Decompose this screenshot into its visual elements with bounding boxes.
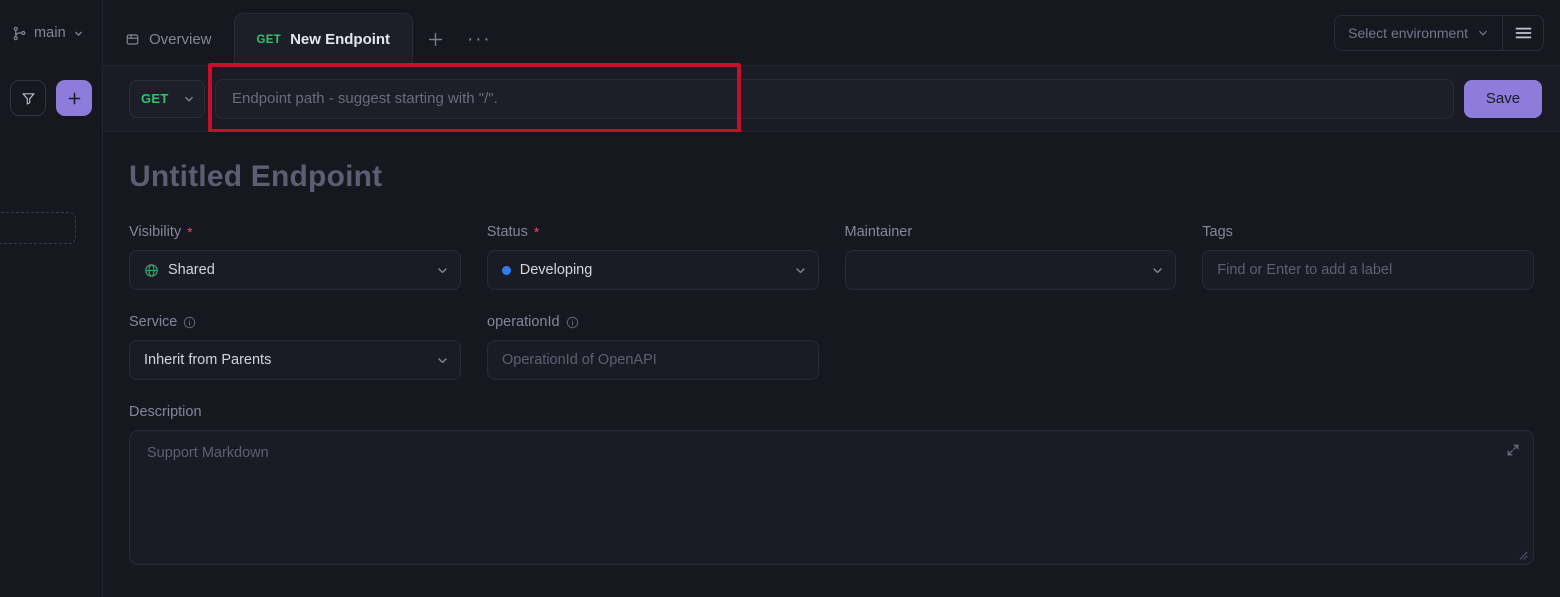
- filter-button[interactable]: [10, 80, 46, 116]
- globe-icon: [144, 263, 159, 278]
- field-service: Service Inherit from Parents: [129, 314, 461, 380]
- tab-method-badge: GET: [256, 33, 282, 46]
- status-label-text: Status: [486, 224, 528, 240]
- service-select[interactable]: Inherit from Parents: [129, 340, 461, 380]
- status-dot-icon: [501, 265, 511, 275]
- chevron-down-icon: [436, 354, 449, 367]
- plus-icon: [67, 91, 82, 106]
- hamburger-menu-icon: [1515, 26, 1532, 40]
- environment-menu-button[interactable]: [1502, 16, 1543, 50]
- tags-placeholder: Find or Enter to add a label: [1217, 262, 1393, 278]
- maintainer-select[interactable]: [844, 250, 1177, 290]
- tab-overflow-button[interactable]: ···: [457, 13, 501, 65]
- filter-icon: [21, 91, 36, 106]
- environment-select[interactable]: Select environment: [1335, 16, 1502, 50]
- add-item-button[interactable]: [56, 80, 92, 116]
- sidebar-toolbar: [0, 76, 103, 120]
- operation-id-label: operationId: [487, 314, 819, 330]
- field-status: Status * Developing: [486, 224, 819, 290]
- expand-icon[interactable]: [1506, 443, 1520, 457]
- field-visibility: Visibility * Shared: [129, 224, 461, 290]
- required-asterisk: *: [187, 224, 193, 240]
- visibility-select[interactable]: Shared: [129, 250, 461, 290]
- form-row-secondary: Service Inherit from Parents operationId…: [129, 314, 1534, 380]
- visibility-label: Visibility *: [129, 224, 461, 240]
- operation-id-input[interactable]: OperationId of OpenAPI: [487, 340, 819, 380]
- git-branch-icon: [12, 26, 27, 41]
- info-icon[interactable]: [183, 316, 196, 329]
- tags-label: Tags: [1202, 224, 1534, 240]
- description-placeholder: Support Markdown: [147, 445, 269, 461]
- tab-bar: Overview GET New Endpoint ··· Select env…: [103, 0, 1560, 66]
- endpoint-form: Untitled Endpoint Visibility * Shared St…: [103, 132, 1560, 597]
- required-asterisk: *: [533, 224, 540, 240]
- chevron-down-icon: [183, 93, 195, 105]
- plus-icon: [427, 31, 444, 48]
- tags-input[interactable]: Find or Enter to add a label: [1202, 250, 1534, 290]
- environment-control: Select environment: [1334, 15, 1544, 51]
- tree-drop-placeholder: [0, 212, 76, 244]
- environment-label: Select environment: [1348, 25, 1468, 41]
- visibility-label-text: Visibility: [129, 224, 182, 240]
- http-method-select[interactable]: GET: [129, 79, 205, 118]
- service-label: Service: [129, 314, 461, 330]
- page-title: Untitled Endpoint: [129, 160, 383, 193]
- service-label-text: Service: [129, 314, 178, 330]
- description-textarea[interactable]: Support Markdown: [129, 430, 1534, 565]
- form-row-primary: Visibility * Shared Status * Developing …: [129, 224, 1534, 290]
- more-options-icon: ···: [466, 28, 492, 50]
- tags-label-text: Tags: [1202, 224, 1233, 240]
- info-icon[interactable]: [566, 316, 579, 329]
- endpoint-url-bar: GET Save: [103, 66, 1560, 132]
- status-value: Developing: [519, 262, 593, 278]
- tab-new-endpoint[interactable]: GET New Endpoint: [233, 13, 414, 65]
- resize-handle-icon[interactable]: [1517, 549, 1528, 560]
- box-icon: [125, 32, 140, 47]
- operation-id-placeholder: OperationId of OpenAPI: [502, 352, 657, 368]
- http-method-value: GET: [141, 91, 169, 106]
- field-description: Description Support Markdown: [129, 404, 1534, 565]
- status-label: Status *: [487, 224, 819, 240]
- field-maintainer: Maintainer: [844, 224, 1177, 290]
- chevron-down-icon: [73, 28, 84, 39]
- left-sidebar: main: [0, 0, 103, 597]
- chevron-down-icon: [794, 264, 807, 277]
- maintainer-label-text: Maintainer: [844, 224, 913, 240]
- maintainer-label: Maintainer: [845, 224, 1177, 240]
- branch-name: main: [34, 25, 66, 41]
- chevron-down-icon: [1151, 264, 1164, 277]
- app-window: main Overview GET New Endpoint ··· Selec…: [0, 0, 1560, 597]
- endpoint-path-input[interactable]: [215, 78, 1454, 119]
- service-value: Inherit from Parents: [144, 352, 272, 368]
- operation-id-label-text: operationId: [487, 314, 560, 330]
- field-operation-id: operationId OperationId of OpenAPI: [487, 314, 819, 380]
- chevron-down-icon: [436, 264, 449, 277]
- save-button[interactable]: Save: [1464, 79, 1542, 118]
- visibility-value: Shared: [168, 262, 215, 278]
- status-select[interactable]: Developing: [486, 250, 819, 290]
- tab-new-endpoint-label: New Endpoint: [290, 31, 391, 48]
- field-tags: Tags Find or Enter to add a label: [1202, 224, 1534, 290]
- new-tab-button[interactable]: [413, 13, 457, 65]
- tab-overview-label: Overview: [149, 30, 212, 48]
- chevron-down-icon: [1477, 27, 1489, 39]
- description-label: Description: [129, 404, 202, 420]
- tab-overview[interactable]: Overview: [103, 13, 234, 65]
- branch-selector[interactable]: main: [0, 0, 103, 66]
